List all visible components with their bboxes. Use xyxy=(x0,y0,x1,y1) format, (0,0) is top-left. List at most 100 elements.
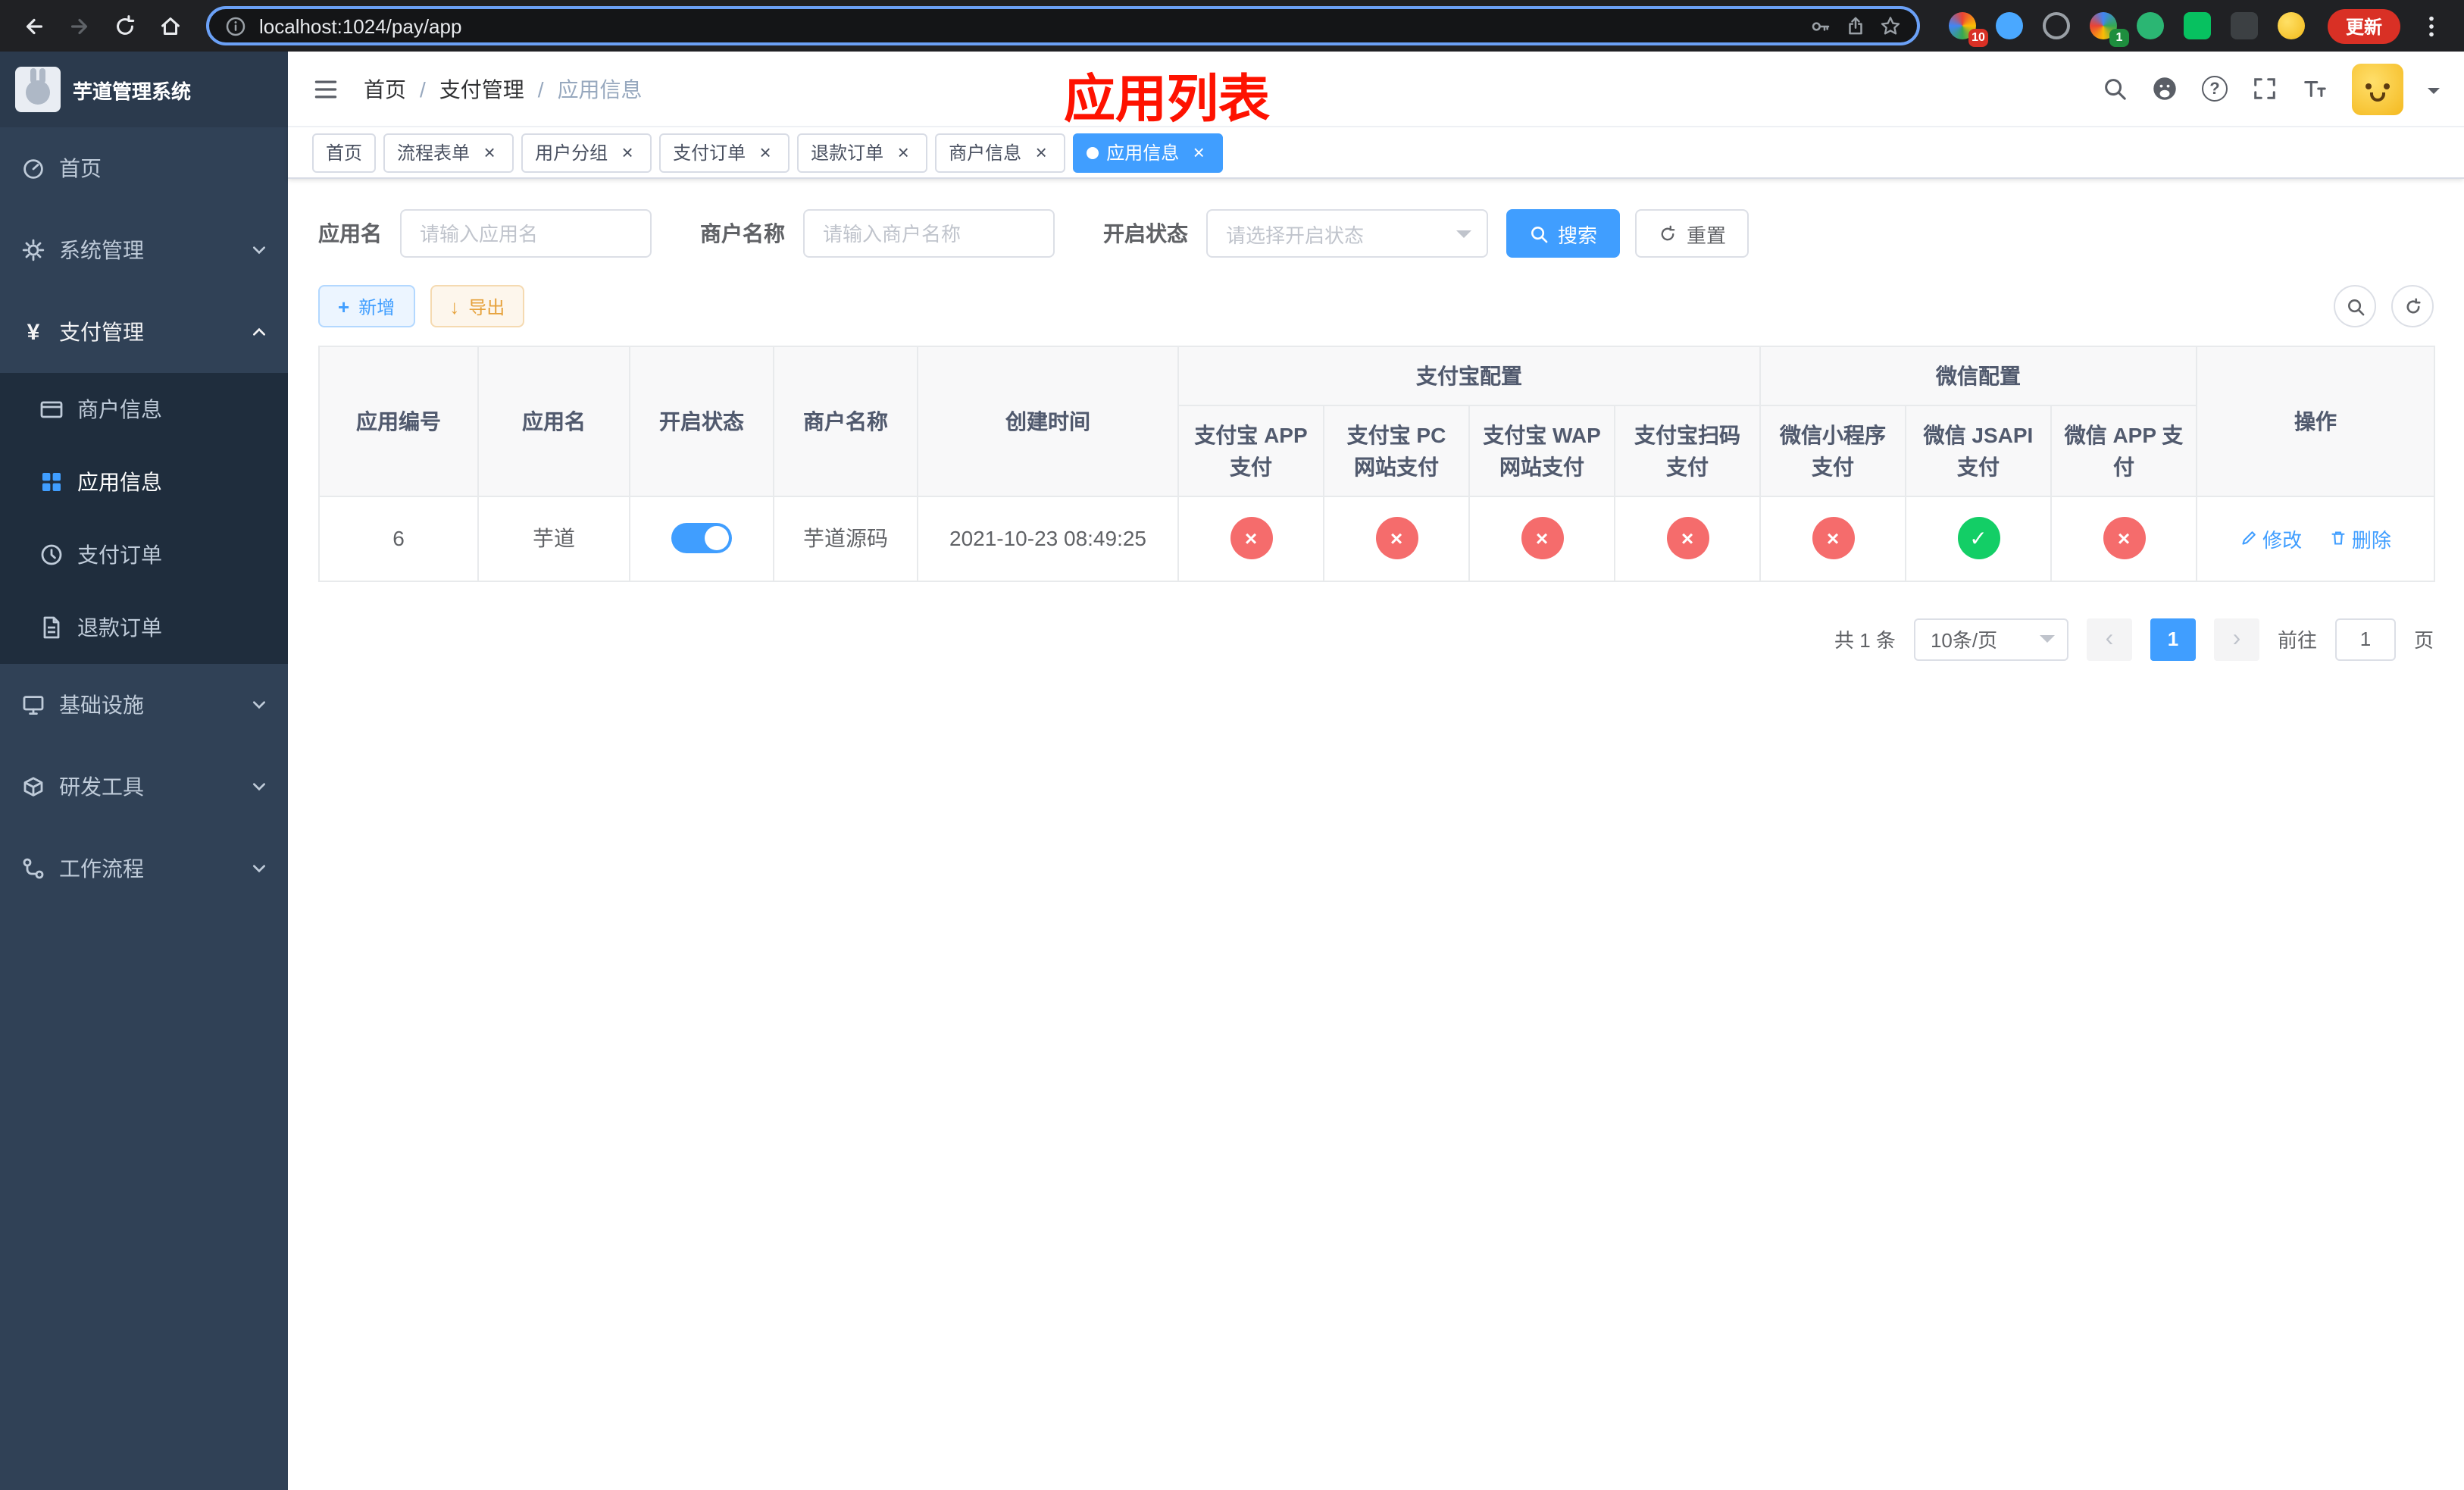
extension-icon-8[interactable] xyxy=(2276,11,2306,41)
group-header-wechat: 微信配置 xyxy=(1759,345,2197,407)
refresh-table-button[interactable] xyxy=(2391,285,2434,327)
sidebar-item-refund-orders[interactable]: 退款订单 xyxy=(0,591,288,664)
close-icon[interactable]: × xyxy=(893,142,914,163)
tab-home[interactable]: 首页 xyxy=(312,133,377,172)
search-icon[interactable] xyxy=(2102,76,2128,102)
cell-created: 2021-10-23 08:49:25 xyxy=(917,495,1179,582)
close-icon[interactable]: × xyxy=(1030,142,1052,163)
cell-actions: 修改 删除 xyxy=(2196,495,2435,582)
password-key-icon[interactable] xyxy=(1809,14,1832,37)
status-icon: ✓ xyxy=(1957,517,2000,560)
refresh-icon xyxy=(1661,224,1675,240)
active-tab-dot-icon xyxy=(1087,146,1099,158)
extension-icon-3[interactable] xyxy=(2041,11,2072,41)
search-button[interactable]: 搜索 xyxy=(1506,209,1621,258)
add-button[interactable]: + 新增 xyxy=(318,285,415,327)
status-select[interactable]: 请选择开启状态 xyxy=(1206,209,1488,258)
extension-icon-6[interactable] xyxy=(2182,11,2212,41)
total-count: 共 1 条 xyxy=(1834,629,1896,653)
user-avatar[interactable] xyxy=(2352,63,2403,114)
extension-icon-1[interactable]: 10 xyxy=(1947,11,1988,47)
col-header-enabled: 开启状态 xyxy=(629,346,774,497)
tab-refund-orders[interactable]: 退款订单 × xyxy=(797,133,928,172)
github-icon[interactable] xyxy=(2152,76,2178,102)
sidebar-item-payment[interactable]: ¥ 支付管理 xyxy=(0,291,288,373)
sidebar-toggle-icon[interactable] xyxy=(312,75,339,102)
goto-label: 前往 xyxy=(2277,629,2317,653)
chevron-up-icon xyxy=(252,324,267,340)
col-header-app-name: 应用名 xyxy=(477,346,630,497)
help-icon[interactable]: ? xyxy=(2202,76,2228,102)
site-info-icon[interactable] xyxy=(224,14,247,37)
user-menu-caret-icon[interactable] xyxy=(2428,87,2440,99)
browser-back-icon[interactable] xyxy=(12,5,55,47)
font-size-icon[interactable] xyxy=(2302,76,2328,102)
extension-icon-2[interactable] xyxy=(1994,11,2025,41)
sidebar-item-system[interactable]: 系统管理 xyxy=(0,209,288,291)
sidebar-item-infrastructure[interactable]: 基础设施 xyxy=(0,664,288,746)
cell-wx-app: × xyxy=(2050,495,2197,582)
breadcrumb-separator: / xyxy=(420,77,426,101)
sidebar-item-merchant-info[interactable]: 商户信息 xyxy=(0,373,288,446)
export-button[interactable]: ↓ 导出 xyxy=(430,285,525,327)
edit-link[interactable]: 修改 xyxy=(2240,524,2302,553)
extension-icon-7[interactable] xyxy=(2229,11,2259,41)
extension-icon-5[interactable] xyxy=(2135,11,2165,41)
sidebar-item-pay-orders[interactable]: 支付订单 xyxy=(0,518,288,591)
chevron-down-icon xyxy=(252,243,267,258)
monitor-icon xyxy=(21,693,45,717)
breadcrumb-payment[interactable]: 支付管理 xyxy=(439,74,524,104)
table-row: 6 芋道 芋道源码 2021-10-23 08:49:25 × × × × × … xyxy=(318,495,2435,582)
page-1-button[interactable]: 1 xyxy=(2150,618,2196,661)
sidebar-item-label: 系统管理 xyxy=(59,238,144,262)
status-icon: × xyxy=(1375,517,1418,560)
sidebar: 芋道管理系统 首页 系统管理 ¥ 支付管理 商户信息 应用信息 支付订单 退款订… xyxy=(0,52,288,1490)
sidebar-item-home[interactable]: 首页 xyxy=(0,127,288,209)
gear-icon xyxy=(21,238,45,262)
reset-button[interactable]: 重置 xyxy=(1635,209,1750,258)
page-size-select[interactable]: 10条/页 xyxy=(1913,618,2068,661)
app-logo: 芋道管理系统 xyxy=(0,52,288,127)
next-page-button[interactable]: › xyxy=(2213,618,2259,661)
sidebar-item-dev-tools[interactable]: 研发工具 xyxy=(0,746,288,828)
app-name-input[interactable] xyxy=(400,209,652,258)
sidebar-item-label: 退款订单 xyxy=(77,615,162,640)
close-icon[interactable]: × xyxy=(479,142,500,163)
toggle-search-button[interactable] xyxy=(2334,285,2376,327)
browser-home-icon[interactable] xyxy=(149,5,191,47)
close-icon[interactable]: × xyxy=(755,142,776,163)
cell-enabled xyxy=(629,495,774,582)
extensions-cluster: 10 1 xyxy=(1947,11,2306,47)
page-annotation: 应用列表 xyxy=(1064,71,1270,129)
tab-pay-orders[interactable]: 支付订单 × xyxy=(659,133,790,172)
fullscreen-icon[interactable] xyxy=(2252,76,2278,102)
col-header-alipay-pc: 支付宝 PC 网站支付 xyxy=(1323,405,1470,497)
cell-wx-jsapi: ✓ xyxy=(1905,495,2052,582)
tab-merchant-info[interactable]: 商户信息 × xyxy=(935,133,1066,172)
browser-reload-icon[interactable] xyxy=(103,5,145,47)
chrome-update-button[interactable]: 更新 xyxy=(2327,8,2400,43)
prev-page-button[interactable]: ‹ xyxy=(2086,618,2132,661)
sidebar-item-workflow[interactable]: 工作流程 xyxy=(0,828,288,909)
delete-link[interactable]: 删除 xyxy=(2329,524,2391,553)
search-icon xyxy=(2347,299,2364,315)
tab-process-form[interactable]: 流程表单 × xyxy=(383,133,514,172)
tab-app-info[interactable]: 应用信息 × xyxy=(1073,133,1224,172)
tab-user-group[interactable]: 用户分组 × xyxy=(521,133,652,172)
download-icon: ↓ xyxy=(449,295,460,318)
enabled-toggle[interactable] xyxy=(671,523,732,554)
address-bar[interactable]: localhost:1024/pay/app xyxy=(206,6,1920,45)
goto-page-input[interactable] xyxy=(2334,618,2396,661)
merchant-name-input[interactable] xyxy=(803,209,1055,258)
sidebar-item-app-info[interactable]: 应用信息 xyxy=(0,446,288,518)
breadcrumb-home[interactable]: 首页 xyxy=(364,74,406,104)
share-icon[interactable] xyxy=(1844,14,1867,37)
extension-icon-4[interactable]: 1 xyxy=(2088,11,2129,47)
close-icon[interactable]: × xyxy=(617,142,638,163)
close-icon[interactable]: × xyxy=(1188,142,1209,163)
bookmark-star-icon[interactable] xyxy=(1879,14,1902,37)
screen: localhost:1024/pay/app 10 1 更新 芋道管理系统 首页… xyxy=(0,0,2464,1490)
sidebar-item-label: 商户信息 xyxy=(77,397,162,421)
browser-menu-icon[interactable] xyxy=(2409,5,2452,47)
browser-forward-icon[interactable] xyxy=(58,5,100,47)
